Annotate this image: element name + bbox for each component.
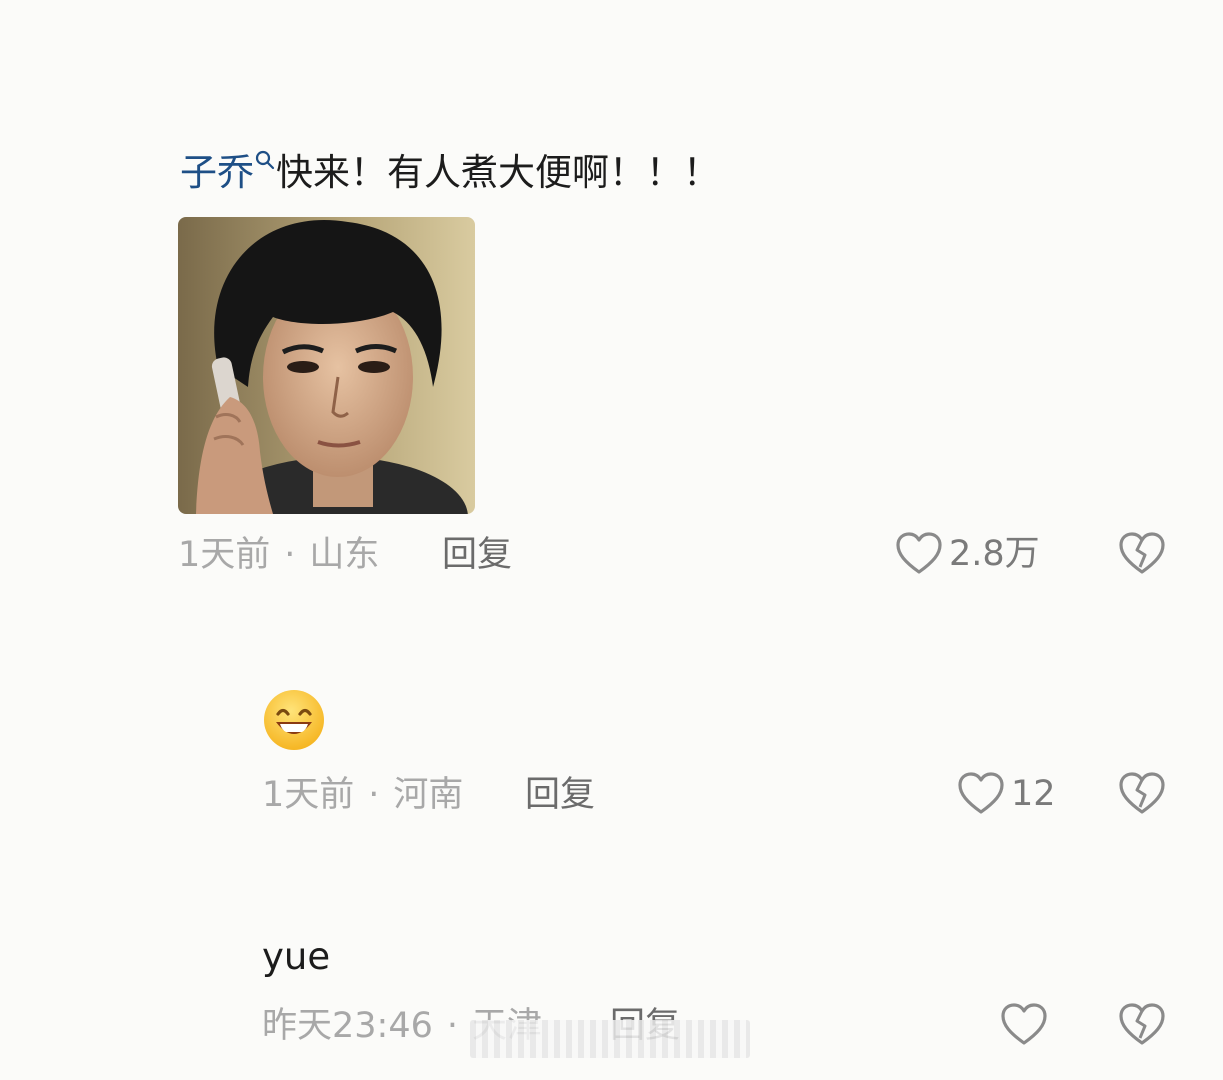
meme-photo (178, 217, 475, 514)
broken-heart-icon (1119, 532, 1165, 574)
like-button[interactable]: 2.8万 (895, 531, 1040, 577)
timestamp: 1天前 (262, 775, 355, 815)
like-count: 2.8万 (949, 533, 1040, 574)
reply-button[interactable]: 回复 (525, 778, 595, 813)
like-count: 12 (1011, 773, 1056, 814)
heart-icon (957, 771, 1005, 817)
dislike-button[interactable] (1118, 531, 1166, 577)
broken-heart-icon (1119, 1003, 1165, 1045)
location: 山东 (309, 535, 380, 575)
watermark-bar (470, 1020, 750, 1058)
comment-1-meta: 1天前 · 山东 (178, 538, 379, 573)
meta-separator: · (446, 1006, 459, 1046)
comment-thread: 子乔 快来！有人煮大便啊！！！ 1天前 · 山东 回复 2.8万 1天前 · 河… (0, 0, 1223, 1080)
meta-separator: · (368, 775, 380, 815)
grinning-face-emoji (262, 688, 326, 752)
like-button[interactable] (1000, 1002, 1054, 1048)
timestamp: 1天前 (178, 535, 271, 575)
dislike-button[interactable] (1118, 1002, 1166, 1048)
broken-heart-icon (1119, 772, 1165, 814)
comment-3-text: yue (262, 935, 331, 978)
timestamp: 昨天23:46 (262, 1006, 433, 1046)
user-mention-link[interactable]: 子乔 (180, 150, 276, 194)
comment-2-meta: 1天前 · 河南 (262, 778, 463, 813)
meta-separator: · (284, 535, 296, 575)
heart-icon (1000, 1002, 1048, 1048)
heart-icon (895, 531, 943, 577)
comment-image[interactable] (178, 217, 475, 514)
like-button[interactable]: 12 (957, 771, 1056, 817)
location: 河南 (393, 775, 464, 815)
search-icon (255, 150, 275, 170)
watermark-overlay (470, 1020, 750, 1058)
comment-1-text: 子乔 快来！有人煮大便啊！！！ (180, 150, 720, 194)
reply-button[interactable]: 回复 (442, 538, 512, 573)
dislike-button[interactable] (1118, 771, 1166, 817)
